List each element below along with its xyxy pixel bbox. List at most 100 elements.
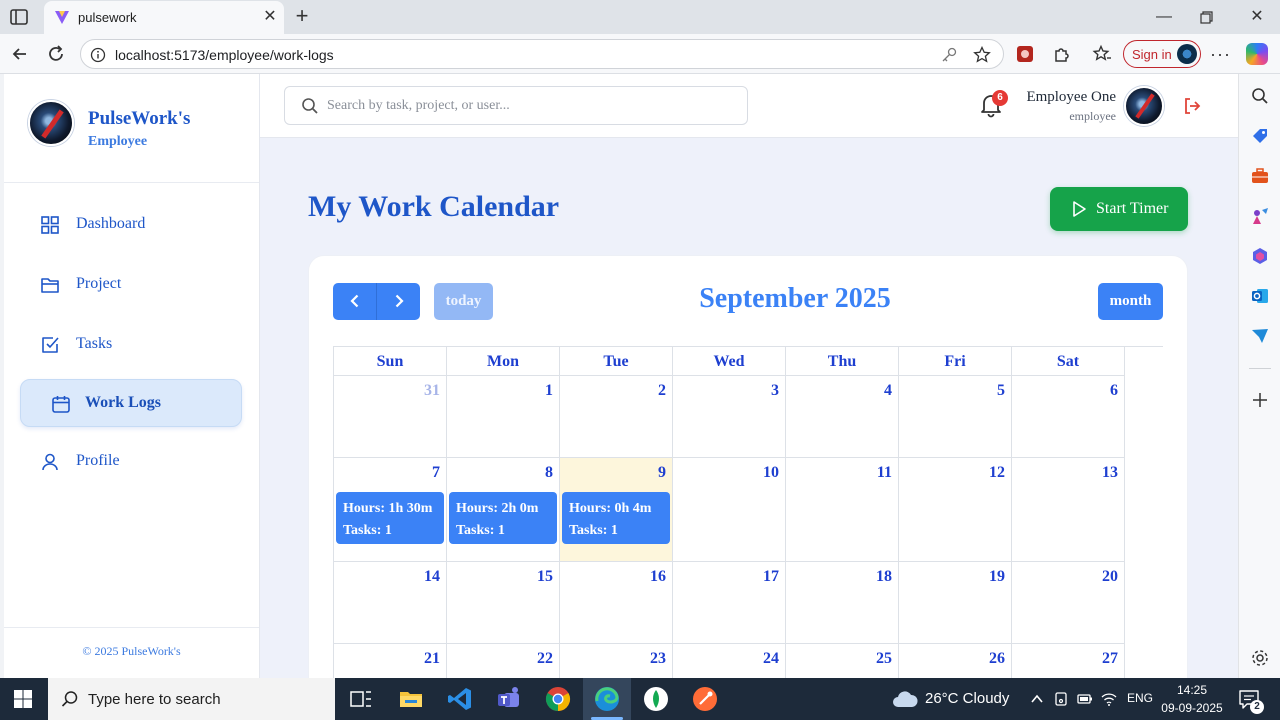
device-icon[interactable] xyxy=(1053,691,1069,707)
wifi-icon[interactable] xyxy=(1101,691,1117,707)
day-cell-today[interactable]: 9 Hours: 0h 4m Tasks: 1 xyxy=(560,458,673,562)
day-number[interactable]: 17 xyxy=(763,568,779,586)
close-window-icon[interactable]: ✕ xyxy=(1247,7,1267,27)
file-explorer-icon[interactable] xyxy=(397,685,425,713)
search-input[interactable] xyxy=(327,96,727,116)
close-tab-icon[interactable]: ✕ xyxy=(262,9,278,25)
month-view-button[interactable]: month xyxy=(1098,283,1163,320)
password-key-icon[interactable] xyxy=(940,46,958,64)
day-number[interactable]: 5 xyxy=(997,382,1005,400)
day-cell[interactable]: 3 xyxy=(673,376,786,458)
day-cell[interactable]: 27 xyxy=(1012,644,1125,678)
work-log-event[interactable]: Hours: 1h 30m Tasks: 1 xyxy=(336,492,444,544)
start-timer-button[interactable]: Start Timer xyxy=(1050,187,1188,231)
day-cell[interactable]: 6 xyxy=(1012,376,1125,458)
outlook-icon[interactable] xyxy=(1250,286,1270,306)
microsoft-365-icon[interactable] xyxy=(1250,246,1270,266)
day-number[interactable]: 9 xyxy=(658,464,666,482)
refresh-icon[interactable] xyxy=(46,44,66,64)
sidebar-item-project[interactable]: Project xyxy=(20,261,242,309)
windows-start-icon[interactable] xyxy=(14,690,32,708)
search-icon[interactable] xyxy=(1250,86,1270,106)
browser-tab[interactable]: pulsework ✕ xyxy=(44,1,284,34)
sidebar-item-dashboard[interactable]: Dashboard xyxy=(20,201,242,249)
day-number[interactable]: 22 xyxy=(537,650,553,668)
day-number[interactable]: 3 xyxy=(771,382,779,400)
tools-briefcase-icon[interactable] xyxy=(1250,166,1270,186)
day-cell[interactable]: 25 xyxy=(786,644,899,678)
edge-icon[interactable] xyxy=(593,685,621,713)
day-cell[interactable]: 18 xyxy=(786,562,899,644)
day-cell[interactable]: 15 xyxy=(447,562,560,644)
day-cell[interactable]: 23 xyxy=(560,644,673,678)
day-cell[interactable]: 24 xyxy=(673,644,786,678)
mongodb-compass-icon[interactable] xyxy=(642,685,670,713)
day-number[interactable]: 18 xyxy=(876,568,892,586)
day-number[interactable]: 19 xyxy=(989,568,1005,586)
day-cell[interactable]: 21 xyxy=(334,644,447,678)
day-number[interactable]: 11 xyxy=(877,464,892,482)
day-cell[interactable]: 14 xyxy=(334,562,447,644)
send-drop-icon[interactable] xyxy=(1250,326,1270,346)
day-cell[interactable]: 19 xyxy=(899,562,1012,644)
today-button[interactable]: today xyxy=(434,283,493,320)
day-cell[interactable]: 13 xyxy=(1012,458,1125,562)
day-number[interactable]: 7 xyxy=(432,464,440,482)
sidebar-item-work-logs[interactable]: Work Logs xyxy=(20,379,242,427)
sidebar-item-profile[interactable]: Profile xyxy=(20,438,242,486)
day-cell[interactable]: 16 xyxy=(560,562,673,644)
day-number[interactable]: 1 xyxy=(545,382,553,400)
day-number[interactable]: 24 xyxy=(763,650,779,668)
settings-gear-icon[interactable] xyxy=(1250,648,1270,668)
prev-month-button[interactable] xyxy=(333,283,377,320)
day-number[interactable]: 6 xyxy=(1110,382,1118,400)
day-cell[interactable]: 5 xyxy=(899,376,1012,458)
restore-icon[interactable] xyxy=(1200,11,1213,24)
url-field[interactable]: localhost:5173/employee/work-logs xyxy=(80,39,1004,69)
day-cell[interactable]: 1 xyxy=(447,376,560,458)
games-icon[interactable] xyxy=(1250,206,1270,226)
search-box[interactable] xyxy=(284,86,748,125)
day-cell[interactable]: 11 xyxy=(786,458,899,562)
shopping-tag-icon[interactable] xyxy=(1250,126,1270,146)
language-indicator[interactable]: ENG xyxy=(1127,691,1153,705)
day-number[interactable]: 8 xyxy=(545,464,553,482)
day-cell[interactable]: 20 xyxy=(1012,562,1125,644)
day-number[interactable]: 31 xyxy=(424,382,440,400)
day-number[interactable]: 26 xyxy=(989,650,1005,668)
day-number[interactable]: 4 xyxy=(884,382,892,400)
postman-icon[interactable] xyxy=(691,685,719,713)
minimize-icon[interactable]: — xyxy=(1154,7,1174,27)
site-info-icon[interactable] xyxy=(90,47,106,63)
day-number[interactable]: 20 xyxy=(1102,568,1118,586)
tab-actions-icon[interactable] xyxy=(10,9,28,25)
sidebar-item-tasks[interactable]: Tasks xyxy=(20,321,242,369)
weather-cloud-icon[interactable] xyxy=(891,688,919,710)
day-number[interactable]: 12 xyxy=(989,464,1005,482)
day-cell[interactable]: 26 xyxy=(899,644,1012,678)
user-avatar[interactable] xyxy=(1124,86,1164,126)
chrome-icon[interactable] xyxy=(544,685,572,713)
day-number[interactable]: 27 xyxy=(1102,650,1118,668)
clock-time[interactable]: 14:25 xyxy=(1160,683,1224,697)
teams-icon[interactable] xyxy=(495,685,523,713)
day-number[interactable]: 13 xyxy=(1102,464,1118,482)
day-number[interactable]: 16 xyxy=(650,568,666,586)
day-number[interactable]: 25 xyxy=(876,650,892,668)
favorites-icon[interactable] xyxy=(1092,44,1112,64)
add-icon[interactable] xyxy=(1250,390,1270,410)
day-number[interactable]: 2 xyxy=(658,382,666,400)
day-cell[interactable]: 8 Hours: 2h 0m Tasks: 1 xyxy=(447,458,560,562)
day-cell[interactable]: 7 Hours: 1h 30m Tasks: 1 xyxy=(334,458,447,562)
logout-icon[interactable] xyxy=(1182,96,1202,116)
day-number[interactable]: 15 xyxy=(537,568,553,586)
chevron-up-icon[interactable] xyxy=(1029,691,1045,707)
day-cell[interactable]: 2 xyxy=(560,376,673,458)
day-cell[interactable]: 4 xyxy=(786,376,899,458)
battery-icon[interactable] xyxy=(1077,691,1093,707)
sign-in-button[interactable]: Sign in xyxy=(1123,40,1201,68)
clock-date[interactable]: 09-09-2025 xyxy=(1160,701,1224,715)
day-number[interactable]: 23 xyxy=(650,650,666,668)
work-log-event[interactable]: Hours: 0h 4m Tasks: 1 xyxy=(562,492,670,544)
day-number[interactable]: 14 xyxy=(424,568,440,586)
